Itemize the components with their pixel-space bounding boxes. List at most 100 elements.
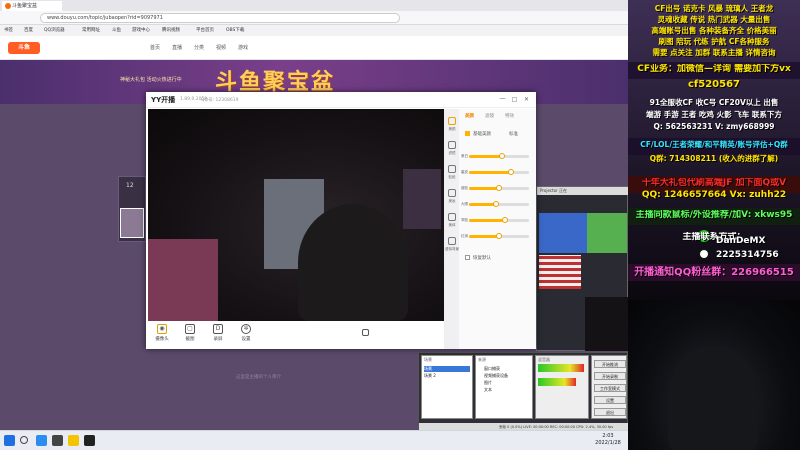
nav-item[interactable]: 游戏 xyxy=(238,44,248,51)
streamer-note: 这里是主播的个人简介 xyxy=(236,375,281,380)
source-item[interactable]: 文本 xyxy=(484,387,492,393)
scene-item[interactable]: 场景 xyxy=(424,366,470,372)
slider-label: 瘦脸 xyxy=(461,186,468,190)
tab-beauty[interactable]: 美颜 xyxy=(465,113,474,119)
camera-bg-box xyxy=(403,169,441,229)
projector-preview-blue xyxy=(539,213,587,253)
bookmark-item[interactable]: 斗鱼 xyxy=(112,26,121,35)
share-button[interactable] xyxy=(358,329,372,336)
overlay-ad-line: QQ: 1246657664 Vx: zuhh22 xyxy=(641,190,787,200)
bookmark-item[interactable]: 腾讯视频 xyxy=(162,26,180,35)
source-item[interactable]: 视频捕获设备 xyxy=(484,373,508,379)
bookmark-item[interactable]: 游戏中心 xyxy=(132,26,150,35)
bookmark-item[interactable]: 书签 xyxy=(4,26,13,35)
beauty-slider[interactable] xyxy=(469,201,529,207)
douyu-logo[interactable]: 斗鱼 xyxy=(8,42,40,54)
qq-icon xyxy=(698,248,710,260)
source-item[interactable]: 图片 xyxy=(484,380,492,386)
nav-item[interactable]: 分类 xyxy=(194,44,204,51)
yy-app-icon[interactable] xyxy=(68,435,79,446)
browser-tab[interactable]: 斗鱼聚宝盆 xyxy=(2,1,62,11)
edge-browser-icon[interactable] xyxy=(36,435,47,446)
search-icon[interactable] xyxy=(20,436,28,444)
screen: 斗鱼聚宝盆 www.douyu.com/topic/jubaopen?rid=9… xyxy=(0,0,800,450)
slider-knob[interactable] xyxy=(508,169,514,175)
beauty-slider[interactable] xyxy=(469,169,529,175)
record-tool-button[interactable]: D 录屏 xyxy=(206,324,230,342)
sticker-icon[interactable] xyxy=(448,165,456,173)
nav-item[interactable]: 视频 xyxy=(216,44,226,51)
overlay-ad-line: 91全服收CF 收C号 CF20V以上 出售 xyxy=(649,98,779,107)
slider-label: 窄脸 xyxy=(461,218,468,222)
tab-filter[interactable]: 滤镜 xyxy=(485,113,494,119)
beauty-slider[interactable] xyxy=(469,153,529,159)
clock[interactable]: 2:03 2022/1/28 xyxy=(590,433,626,447)
start-streaming-button[interactable]: 开始推流 xyxy=(594,360,626,368)
camera-bg-object xyxy=(148,239,218,321)
maximize-button[interactable]: □ xyxy=(510,95,519,104)
overlay-ad-line: DanDeMX xyxy=(716,236,766,246)
virtual-bg-icon[interactable] xyxy=(448,237,456,245)
start-recording-button[interactable]: 开始录制 xyxy=(594,372,626,380)
filter-icon[interactable] xyxy=(448,141,456,149)
camera-tool-button[interactable]: ◉ 摄像头 xyxy=(150,324,174,342)
projector-preview-list xyxy=(539,255,581,289)
settings-tool-button[interactable]: ✲ 设置 xyxy=(234,324,258,342)
site-header: 斗鱼 首页 直播 分类 视频 游戏 xyxy=(0,36,628,60)
slider-label: 磨皮 xyxy=(461,170,468,174)
stream-thumbnail[interactable] xyxy=(120,208,144,238)
minimize-button[interactable]: 一 xyxy=(498,95,507,104)
bookmark-item[interactable]: 平台首页 xyxy=(196,26,214,35)
beauty-mode-select[interactable]: 标准 xyxy=(509,131,518,137)
slider-fill xyxy=(469,171,511,174)
beauty-slider[interactable] xyxy=(469,217,529,223)
tab-effect[interactable]: 特效 xyxy=(505,113,514,119)
nav-item[interactable]: 直播 xyxy=(172,44,182,51)
body-icon[interactable] xyxy=(448,213,456,221)
overlay-ad-line: 端游 手游 王者 吃鸡 火影 飞车 联系下方 xyxy=(646,110,782,119)
bookmark-item[interactable]: 常用网址 xyxy=(82,26,100,35)
taskbar: 2:03 2022/1/28 xyxy=(0,430,628,450)
windows-start-icon[interactable] xyxy=(4,435,15,446)
slider-knob[interactable] xyxy=(496,185,502,191)
beauty-side-nav: 美颜 滤镜 贴纸 美妆 美体 虚拟背景 xyxy=(445,109,459,349)
close-button[interactable]: ✕ xyxy=(522,95,531,104)
screenshot-tool-button[interactable]: ▢ 截图 xyxy=(178,324,202,342)
mixer-panel: 混音器 xyxy=(535,355,589,419)
side-nav-label: 滤镜 xyxy=(448,151,456,155)
bookmarks-bar: 书签 百度 QQ浏览器 常用网址 斗鱼 游戏中心 腾讯视频 平台首页 OBS下载 xyxy=(0,25,628,36)
bookmark-item[interactable]: OBS下载 xyxy=(226,26,244,35)
douyu-favicon-icon xyxy=(5,3,11,9)
overlay-ad-line: 十年大礼包代刷高端JF 加下面Q或V xyxy=(641,178,787,188)
browser-tab-bar: 斗鱼聚宝盆 xyxy=(0,0,628,11)
nav-item[interactable]: 首页 xyxy=(150,44,160,51)
overlay-ad-line: Q群: 714308211 (收入的进群了解) xyxy=(649,154,779,163)
overlay-ad-line: 刷图 陪玩 代练 护航 CF各种服务 xyxy=(658,37,770,46)
game-app-icon[interactable] xyxy=(84,435,95,446)
source-item[interactable]: 窗口捕获 xyxy=(484,366,500,372)
settings-button[interactable]: 设置 xyxy=(594,396,626,404)
slider-label: 红润 xyxy=(461,234,468,238)
bookmark-item[interactable]: QQ浏览器 xyxy=(44,26,65,35)
url-input[interactable]: www.douyu.com/topic/jubaopen?rid=9097971 xyxy=(40,13,400,23)
obs-app-icon[interactable] xyxy=(52,435,63,446)
slider-knob[interactable] xyxy=(499,153,505,159)
restore-checkbox[interactable] xyxy=(465,255,470,260)
projector-window[interactable]: Projector 正在 xyxy=(536,186,628,351)
beauty-icon[interactable] xyxy=(448,117,456,125)
scenes-panel: 场景 场景 场景 2 xyxy=(421,355,473,419)
projector-preview-green xyxy=(587,213,627,253)
scene-item[interactable]: 场景 2 xyxy=(424,373,436,379)
bookmark-item[interactable]: 百度 xyxy=(24,26,33,35)
beauty-slider[interactable] xyxy=(469,185,529,191)
studio-mode-button[interactable]: 工作室模式 xyxy=(594,384,626,392)
exit-button[interactable]: 退出 xyxy=(594,408,626,416)
slider-knob[interactable] xyxy=(493,201,499,207)
desktop-capture: 斗鱼聚宝盆 www.douyu.com/topic/jubaopen?rid=9… xyxy=(0,0,628,450)
beauty-slider[interactable] xyxy=(469,233,529,239)
projector-title: Projector 正在 xyxy=(537,187,628,195)
beauty-toggle-checkbox[interactable] xyxy=(465,131,470,136)
makeup-icon[interactable] xyxy=(448,189,456,197)
slider-knob[interactable] xyxy=(496,233,502,239)
slider-knob[interactable] xyxy=(502,217,508,223)
